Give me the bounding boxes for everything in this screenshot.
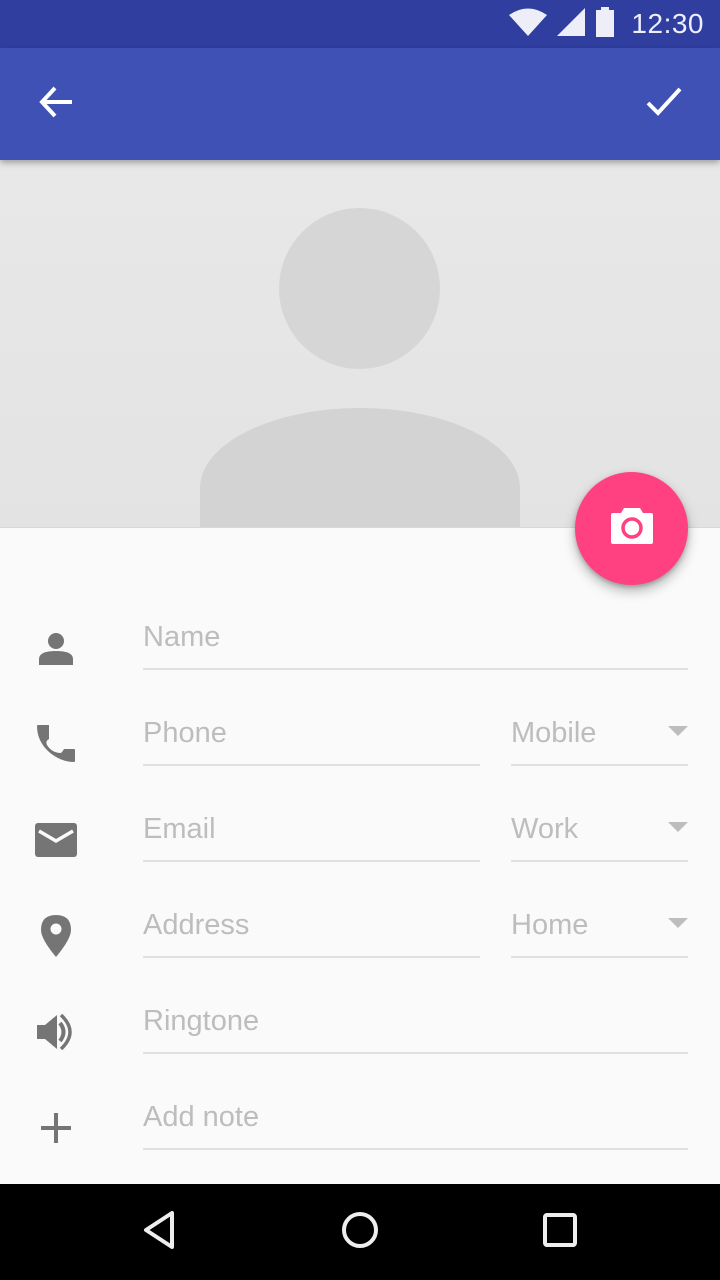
volume-icon — [32, 1008, 80, 1056]
phone-type-value: Mobile — [511, 717, 597, 749]
nav-back-button[interactable] — [128, 1200, 192, 1264]
system-navigation-bar — [0, 1184, 720, 1280]
dropdown-arrow-icon — [668, 918, 688, 928]
check-icon — [646, 87, 682, 122]
address-placeholder: Address — [143, 909, 250, 941]
email-type-dropdown[interactable]: Work — [511, 806, 688, 862]
name-input[interactable]: Name — [143, 614, 688, 670]
email-type-value: Work — [511, 813, 579, 845]
dropdown-arrow-icon — [668, 726, 688, 736]
save-button[interactable] — [636, 76, 692, 132]
name-row: Name — [0, 610, 720, 706]
back-button[interactable] — [28, 76, 84, 132]
add-icon — [32, 1104, 80, 1152]
address-row: Address Home — [0, 898, 720, 994]
nav-home-button[interactable] — [328, 1200, 392, 1264]
camera-icon — [610, 508, 653, 549]
address-input[interactable]: Address — [143, 902, 480, 958]
email-icon — [32, 816, 80, 864]
address-type-value: Home — [511, 909, 589, 941]
note-placeholder: Add note — [143, 1101, 260, 1133]
email-placeholder: Email — [143, 813, 216, 845]
phone-row: Phone Mobile — [0, 706, 720, 802]
phone-icon — [32, 720, 80, 768]
avatar-head-shape — [279, 208, 440, 369]
ringtone-input[interactable]: Ringtone — [143, 998, 688, 1054]
phone-placeholder: Phone — [143, 717, 227, 749]
status-time: 12:30 — [631, 8, 704, 39]
location-icon — [32, 912, 80, 960]
add-photo-button[interactable] — [575, 472, 688, 585]
nav-back-icon — [143, 1210, 177, 1254]
email-row: Email Work — [0, 802, 720, 898]
phone-input[interactable]: Phone — [143, 710, 480, 766]
edit-contact-screen: 12:30 Name Phone Mobile Email Work Addre… — [0, 0, 720, 1280]
name-placeholder: Name — [143, 621, 221, 653]
nav-home-icon — [341, 1211, 379, 1254]
battery-icon — [595, 6, 615, 42]
contact-photo-placeholder[interactable] — [0, 160, 720, 528]
app-bar — [0, 48, 720, 160]
note-input[interactable]: Add note — [143, 1094, 688, 1150]
note-row: Add note — [0, 1090, 720, 1186]
phone-type-dropdown[interactable]: Mobile — [511, 710, 688, 766]
email-input[interactable]: Email — [143, 806, 480, 862]
ringtone-row: Ringtone — [0, 994, 720, 1090]
nav-recents-button[interactable] — [528, 1200, 592, 1264]
avatar-body-shape — [200, 408, 520, 527]
status-bar: 12:30 — [0, 0, 720, 48]
wifi-icon — [509, 8, 548, 41]
person-icon — [32, 624, 80, 672]
cellular-signal-icon — [557, 7, 586, 41]
nav-recents-icon — [543, 1212, 577, 1252]
dropdown-arrow-icon — [668, 822, 688, 832]
ringtone-placeholder: Ringtone — [143, 1005, 260, 1037]
arrow-back-icon — [39, 86, 73, 123]
address-type-dropdown[interactable]: Home — [511, 902, 688, 958]
